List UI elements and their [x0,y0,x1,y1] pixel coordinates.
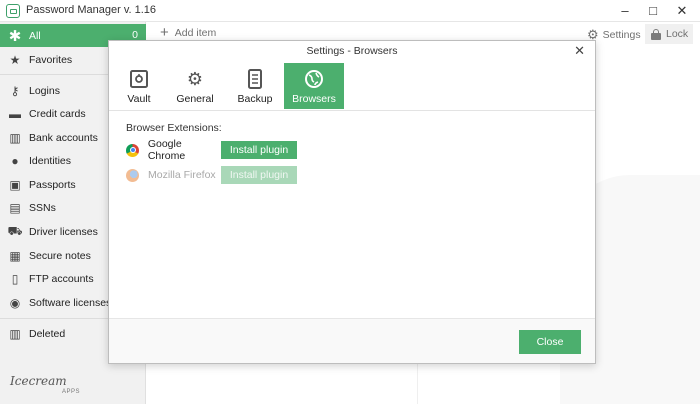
firefox-icon [126,168,139,182]
tab-vault[interactable]: Vault [111,63,167,109]
close-button[interactable]: Close [519,330,581,354]
app-logo-icon [6,4,20,18]
window-title: Password Manager v. 1.16 [26,4,157,16]
person-icon: ● [11,153,19,168]
sidebar-item-label: Logins [29,84,60,97]
asterisk-icon: ✱ [8,27,22,45]
dialog-title: Settings - Browsers [306,45,398,57]
chrome-icon [126,143,139,157]
vault-icon [111,69,167,89]
browser-row-chrome: Google Chrome Install plugin [126,138,297,162]
tab-label: Vault [127,93,151,105]
sidebar-item-label: Bank accounts [29,131,98,144]
browser-row-firefox: Mozilla Firefox Install plugin [126,166,297,184]
brand-logo-sub: APPS [62,389,81,395]
install-plugin-firefox-button[interactable]: Install plugin [221,166,297,184]
sidebar-item-label: FTP accounts [29,272,94,285]
note-icon: ▦ [9,248,21,263]
backup-icon [227,69,283,89]
brand-logo: Icecream [10,374,67,388]
ftp-icon: ▯ [11,271,19,286]
settings-dialog: Settings - Browsers ✕ Vault ⚙ General Ba… [108,40,596,364]
dialog-footer: Close [109,318,595,363]
sidebar-item-label: Passports [29,178,76,191]
passport-icon: ▣ [9,177,21,192]
sidebar-item-label: Credit cards [29,107,86,120]
car-icon: ⛟ [7,223,23,238]
tab-label: Backup [237,93,273,105]
browser-name: Google Chrome [147,138,186,162]
key-icon: ⚷ [10,83,20,98]
tab-label: Browsers [292,93,336,105]
minimize-button[interactable]: – [610,1,640,21]
maximize-button[interactable]: □ [638,1,668,21]
sidebar-item-label: Identities [29,154,72,167]
dialog-close-icon[interactable]: ✕ [574,43,585,59]
extensions-heading: Browser Extensions: [126,122,222,134]
settings-tabs: Vault ⚙ General Backup Browsers [109,61,595,111]
sidebar-item-label: All [29,29,41,42]
window-close-button[interactable]: ✕ [667,1,697,21]
install-plugin-chrome-button[interactable]: Install plugin [221,141,297,159]
sidebar-item-label: SSNs [29,201,56,214]
star-icon: ★ [9,52,21,67]
title-bar: Password Manager v. 1.16 – □ ✕ [0,0,700,22]
tab-browsers[interactable]: Browsers [284,63,344,109]
gear-icon: ⚙ [186,69,204,89]
trash-icon: ▥ [9,326,21,341]
bank-icon: ▥ [9,130,21,145]
sidebar-item-label: Favorites [29,53,73,66]
credit-card-icon: ▬ [9,106,21,121]
globe-icon [284,69,344,89]
sidebar-item-label: Driver licenses [29,225,98,238]
tab-general[interactable]: ⚙ General [167,63,223,109]
tab-label: General [176,93,214,105]
software-icon: ◉ [9,295,21,310]
ssn-icon: ▤ [9,200,21,215]
sidebar-item-label: Deleted [29,327,66,340]
browser-name: Mozilla Firefox [148,169,216,181]
sidebar-item-label: Software licenses [29,296,112,309]
tab-backup[interactable]: Backup [227,63,283,109]
sidebar-item-label: Secure notes [29,249,91,262]
browsers-panel: Browser Extensions: Google Chrome Instal… [109,112,595,318]
